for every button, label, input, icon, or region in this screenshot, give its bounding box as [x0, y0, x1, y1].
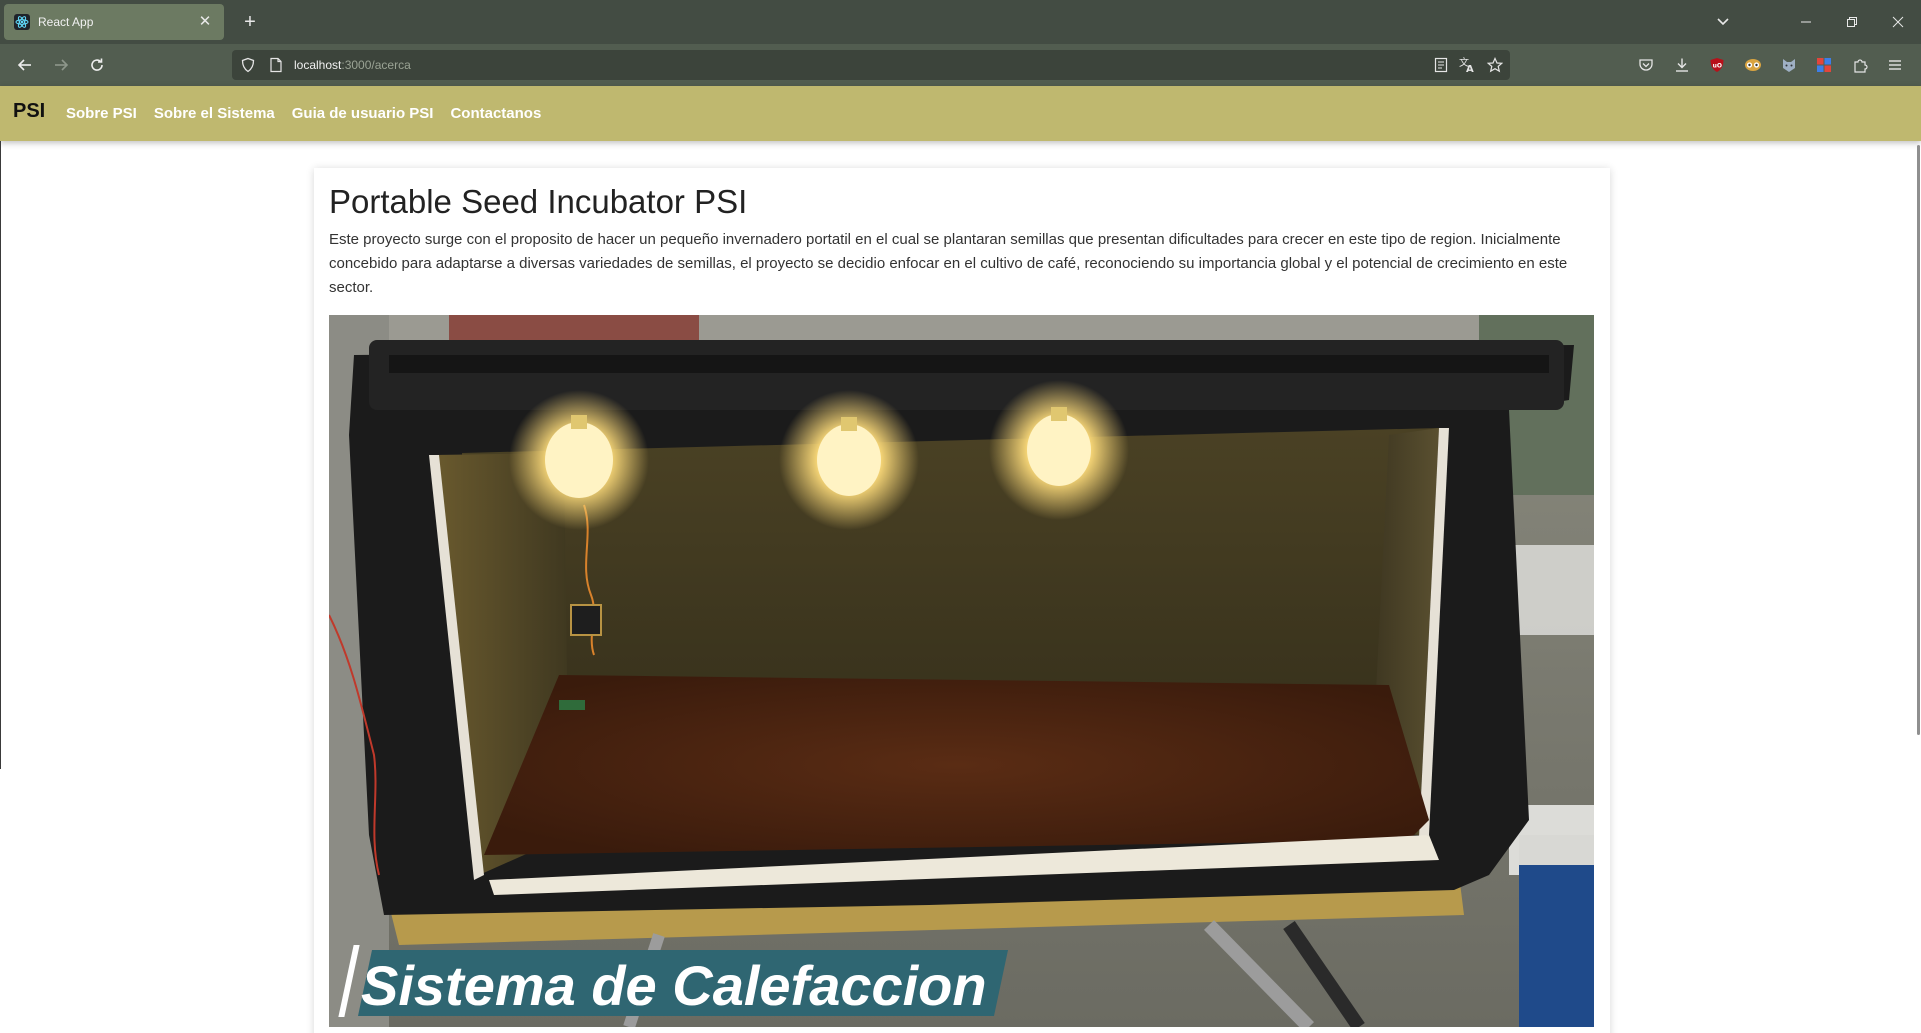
app-navbar: PSI Sobre PSI Sobre el Sistema Guia de u… [0, 86, 1921, 141]
url-text: localhost:3000/acerca [294, 58, 411, 72]
browser-toolbar: localhost:3000/acerca 文A uO [0, 44, 1921, 86]
svg-text:A: A [1466, 64, 1474, 74]
downloads-icon[interactable] [1672, 55, 1692, 75]
incubator-video[interactable]: Sistema de Calefaccion [329, 315, 1594, 1027]
reload-icon[interactable] [83, 51, 111, 79]
bookmark-star-icon[interactable] [1486, 56, 1504, 74]
back-arrow-icon[interactable] [11, 51, 39, 79]
forward-arrow-icon[interactable] [47, 51, 75, 79]
app-menu-icon[interactable] [1885, 55, 1905, 75]
scrollbar-thumb[interactable] [1917, 145, 1920, 735]
restore-icon[interactable] [1830, 6, 1874, 38]
address-bar[interactable]: localhost:3000/acerca 文A [232, 50, 1510, 80]
reader-view-icon[interactable] [1432, 56, 1450, 74]
description-paragraph: Este proyecto surge con el proposito de … [329, 231, 1568, 296]
svg-text:uO: uO [1713, 63, 1722, 70]
incubator-photo [329, 315, 1594, 1027]
video-caption: Sistema de Calefaccion [361, 954, 987, 1017]
nav-links: Sobre PSI Sobre el Sistema Guia de usuar… [66, 105, 541, 122]
extension-container-icon[interactable] [1814, 55, 1834, 75]
tab-title: React App [38, 15, 94, 29]
minimize-icon[interactable] [1784, 6, 1828, 38]
nav-link-sobre-sistema[interactable]: Sobre el Sistema [154, 105, 275, 122]
tracking-shield-icon[interactable] [240, 57, 256, 73]
extension-face-icon[interactable] [1743, 55, 1763, 75]
nav-link-contactanos[interactable]: Contactanos [450, 105, 541, 122]
brand-logo[interactable]: PSI [13, 100, 45, 123]
nav-link-guia-usuario[interactable]: Guia de usuario PSI [292, 105, 434, 122]
extensions-puzzle-icon[interactable] [1850, 55, 1870, 75]
translate-icon[interactable]: 文A [1458, 56, 1476, 74]
viewport-edge [0, 141, 1, 769]
url-path: :3000/acerca [341, 58, 411, 72]
extension-cat-icon[interactable] [1779, 55, 1799, 75]
nav-link-sobre-psi[interactable]: Sobre PSI [66, 105, 137, 122]
page-info-icon[interactable] [269, 57, 283, 73]
pocket-icon[interactable] [1636, 55, 1656, 75]
page-scrollbar[interactable] [1915, 141, 1921, 1033]
page-title: Portable Seed Incubator PSI [329, 183, 748, 220]
close-window-icon[interactable] [1876, 6, 1920, 38]
browser-tab[interactable]: React App ✕ [4, 4, 224, 40]
list-all-tabs-icon[interactable] [1710, 10, 1736, 34]
react-favicon-icon [14, 14, 30, 30]
ublock-origin-icon[interactable]: uO [1707, 55, 1727, 75]
browser-tab-strip: React App ✕ + [0, 0, 1921, 44]
tab-close-icon[interactable]: ✕ [196, 14, 214, 30]
about-card: Portable Seed Incubator PSI Este proyect… [314, 168, 1610, 1033]
url-host: localhost [294, 58, 342, 72]
new-tab-button[interactable]: + [236, 8, 264, 36]
